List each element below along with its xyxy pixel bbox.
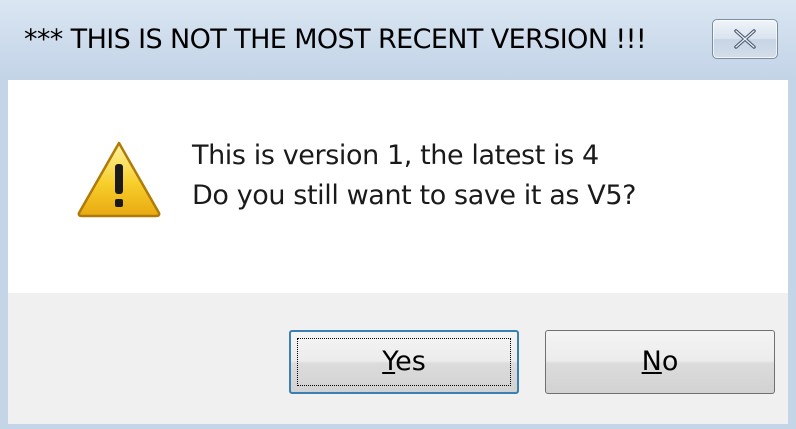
yes-button[interactable]: Yes: [289, 330, 519, 394]
message-dialog: *** THIS IS NOT THE MOST RECENT VERSION …: [0, 0, 796, 429]
no-button-label: No: [642, 346, 679, 377]
dialog-title: *** THIS IS NOT THE MOST RECENT VERSION …: [24, 24, 647, 55]
message-line-2: Do you still want to save it as V5?: [192, 180, 637, 211]
warning-icon: [77, 141, 161, 218]
close-icon: [734, 29, 756, 49]
no-mnemonic: N: [641, 346, 662, 377]
title-bar[interactable]: *** THIS IS NOT THE MOST RECENT VERSION …: [0, 0, 796, 81]
yes-label-rest: es: [395, 346, 426, 377]
close-button[interactable]: [712, 19, 778, 59]
yes-button-label: Yes: [382, 346, 426, 377]
message-line-1: This is version 1, the latest is 4: [192, 140, 599, 171]
yes-mnemonic: Y: [382, 346, 396, 377]
no-button[interactable]: No: [545, 330, 775, 394]
no-label-rest: o: [661, 346, 679, 377]
window-border: [0, 424, 796, 429]
